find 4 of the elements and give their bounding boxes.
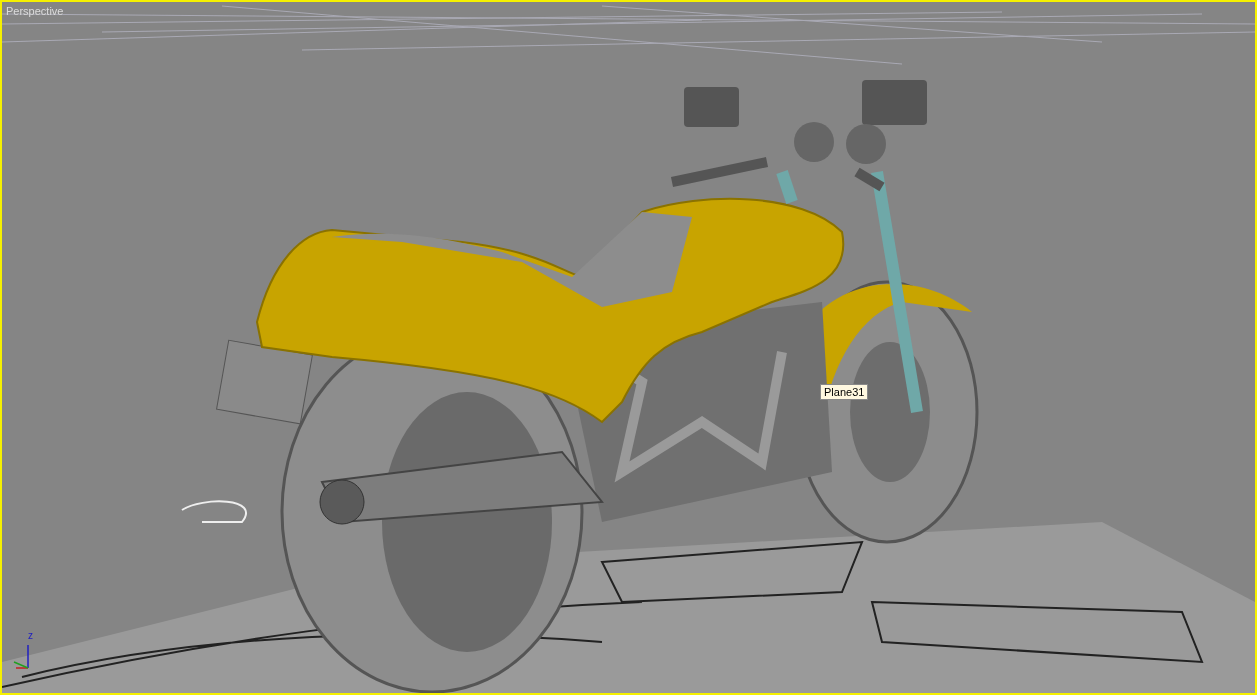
axis-label: z — [28, 631, 33, 641]
axis-gizmo-icon — [13, 644, 29, 669]
viewport[interactable]: Perspective Plane31 z — [0, 0, 1257, 695]
object-tooltip: Plane31 — [820, 384, 869, 400]
